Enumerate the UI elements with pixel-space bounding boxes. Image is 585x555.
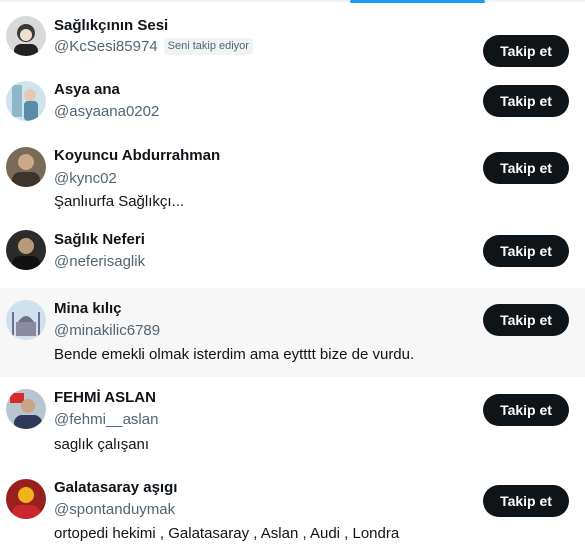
avatar[interactable] [6,479,46,519]
user-bio: Şanlıurfa Sağlıkçı... [54,193,185,210]
follow-button[interactable]: Takip et [483,152,569,184]
avatar[interactable] [6,147,46,187]
list-item[interactable]: Sağlıkçının Sesi @KcSesi85974 Seni takip… [0,4,585,67]
handle-line: @asyaana0202 [54,103,159,120]
user-handle[interactable]: @asyaana0202 [54,103,159,120]
list-item[interactable]: Galatasaray aşıgı @spontanduymak ortoped… [0,467,585,555]
user-name[interactable]: Sağlıkçının Sesi [54,17,168,34]
list-item[interactable]: Koyuncu Abdurrahman @kync02 Şanlıurfa Sa… [0,133,585,221]
handle-line: @spontanduymak [54,501,175,518]
user-name[interactable]: Sağlık Neferi [54,231,145,248]
handle-line: @neferisaglik [54,253,145,270]
handle-line: @fehmi__aslan [54,411,158,428]
follow-button[interactable]: Takip et [483,394,569,426]
follow-button[interactable]: Takip et [483,235,569,267]
follows-you-badge: Seni takip ediyor [163,38,253,55]
active-tab-indicator [350,0,485,3]
follow-button[interactable]: Takip et [483,304,569,336]
user-handle[interactable]: @kync02 [54,170,117,187]
list-item[interactable]: FEHMİ ASLAN @fehmi__aslan saglık çalışan… [0,377,585,467]
handle-line: @KcSesi85974 Seni takip ediyor [54,38,253,55]
user-list: Sağlıkçının Sesi @KcSesi85974 Seni takip… [0,4,585,555]
user-handle[interactable]: @fehmi__aslan [54,411,158,428]
user-bio: Bende emekli olmak isterdim ama eytttt b… [54,346,415,363]
user-name[interactable]: Mina kılıç [54,300,122,317]
avatar[interactable] [6,389,46,429]
avatar[interactable] [6,81,46,121]
follow-button[interactable]: Takip et [483,85,569,117]
list-item[interactable]: Sağlık Neferi @neferisaglik Takip et [0,221,585,288]
avatar[interactable] [6,16,46,56]
user-handle[interactable]: @spontanduymak [54,501,175,518]
user-bio: saglık çalışanı [54,436,150,453]
handle-line: @kync02 [54,170,117,187]
list-item[interactable]: Asya ana @asyaana0202 Takip et [0,67,585,133]
user-bio: ortopedi hekimi , Galatasaray , Aslan , … [54,525,400,542]
handle-line: @minakilic6789 [54,322,160,339]
top-divider [0,0,585,2]
avatar[interactable] [6,230,46,270]
user-handle[interactable]: @KcSesi85974 [54,38,158,55]
follow-button[interactable]: Takip et [483,485,569,517]
avatar[interactable] [6,300,46,340]
follow-button[interactable]: Takip et [483,35,569,67]
list-item[interactable]: Mina kılıç @minakilic6789 Bende emekli o… [0,288,585,377]
user-name[interactable]: Koyuncu Abdurrahman [54,147,220,164]
user-handle[interactable]: @minakilic6789 [54,322,160,339]
user-name[interactable]: FEHMİ ASLAN [54,389,156,406]
user-name[interactable]: Asya ana [54,81,120,98]
user-handle[interactable]: @neferisaglik [54,253,145,270]
user-name[interactable]: Galatasaray aşıgı [54,479,177,496]
